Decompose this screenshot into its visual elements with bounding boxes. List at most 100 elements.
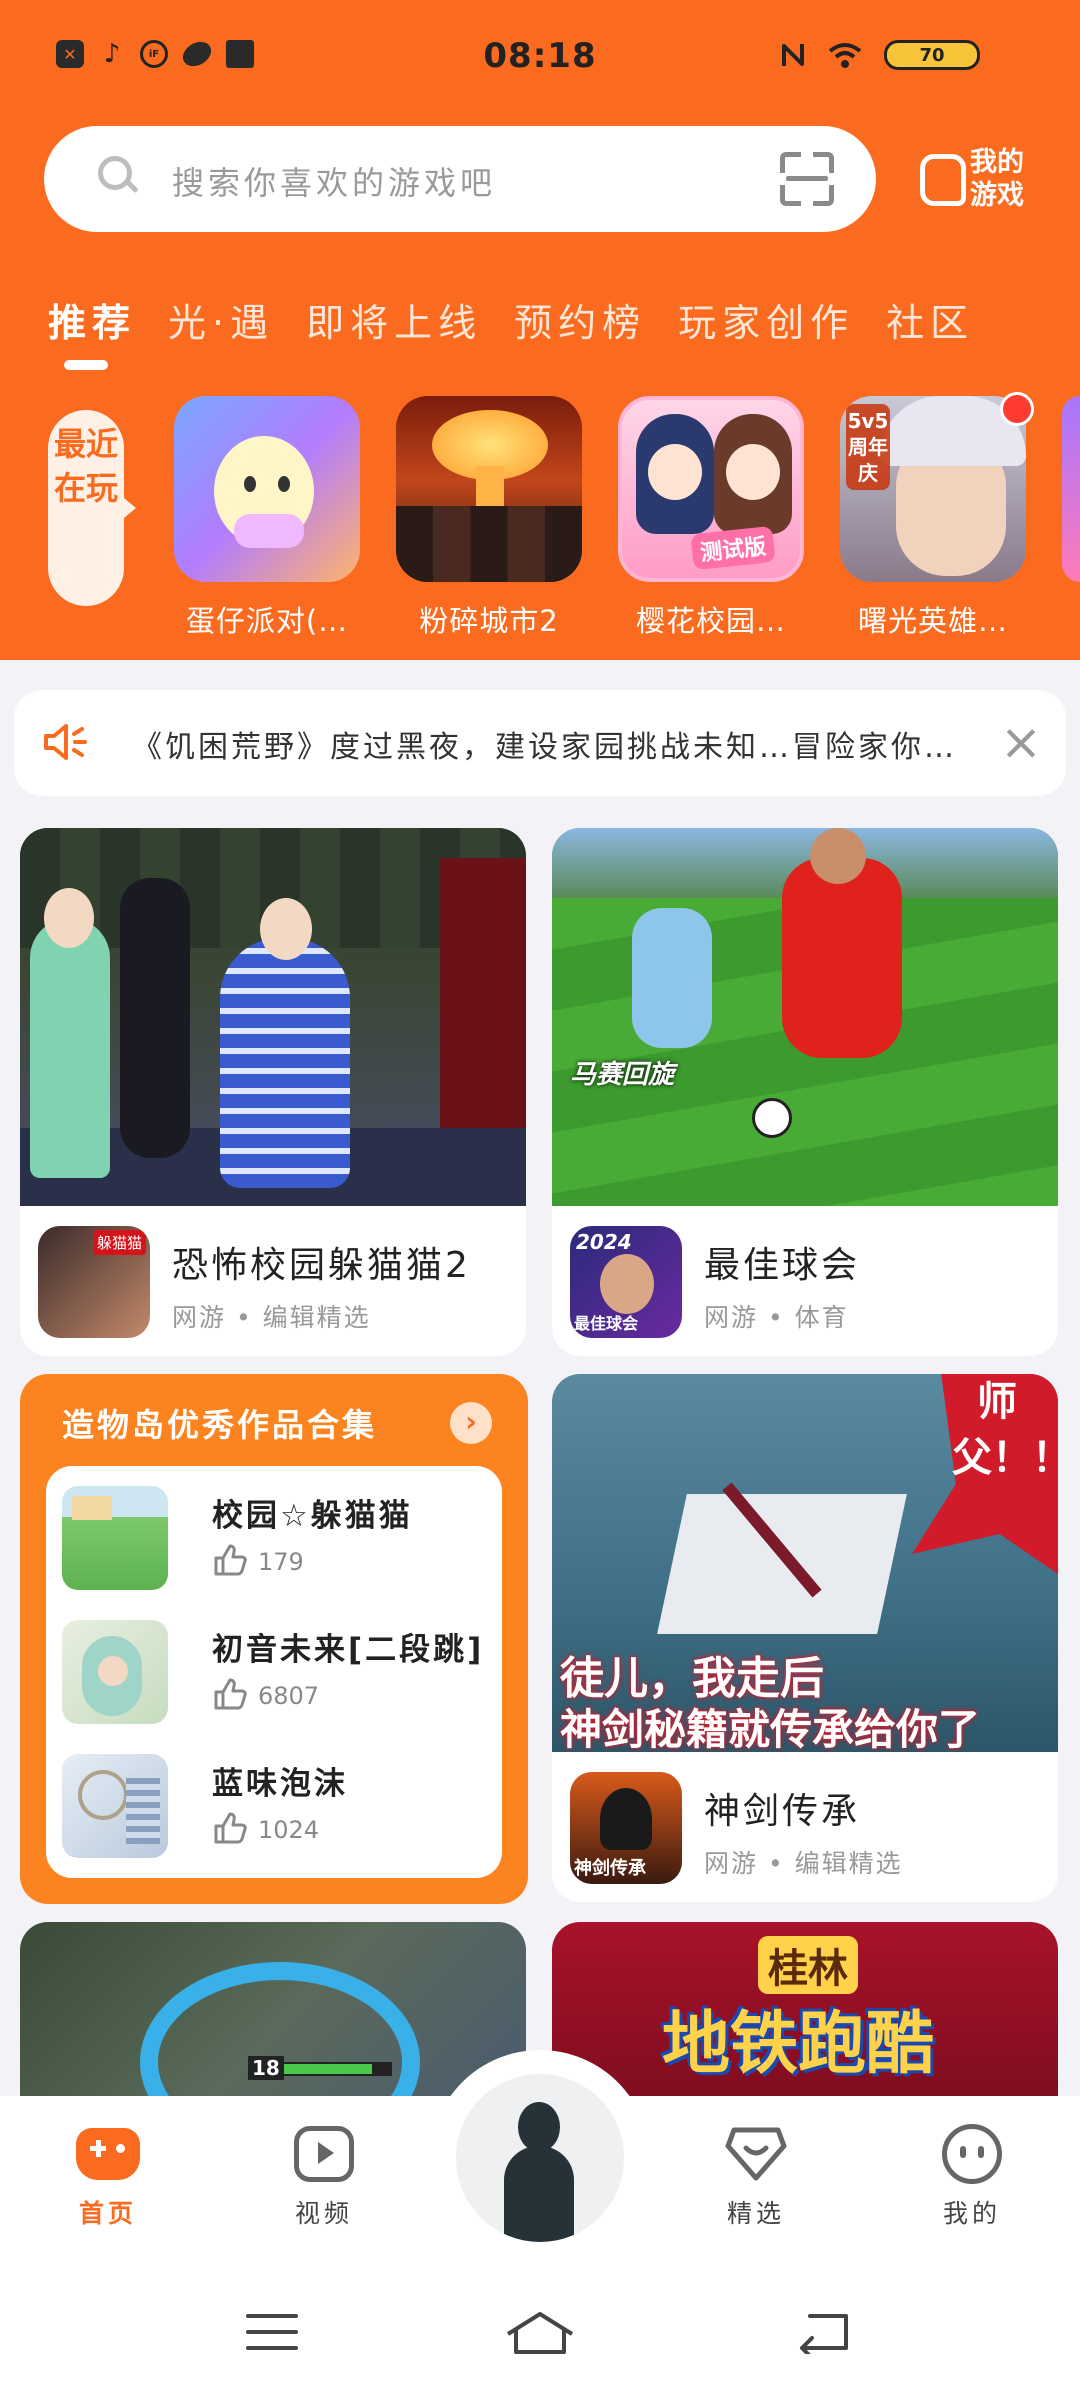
game-icon bbox=[396, 396, 582, 582]
game-card-horror-school[interactable]: 躲猫猫 恐怖校园躲猫猫2 网游 • 编辑精选 bbox=[20, 828, 526, 1356]
icon-label: 最佳球会 bbox=[574, 1314, 639, 1333]
scan-icon[interactable] bbox=[780, 152, 834, 206]
thumbs-up-icon[interactable] bbox=[212, 1810, 248, 1846]
like-count: 1024 bbox=[258, 1816, 320, 1844]
nav-home[interactable]: 首页 bbox=[48, 2124, 168, 2230]
status-bar: ✕ ♪ iF 08:18 70 bbox=[0, 0, 1080, 120]
banner-title-1: 桂林 bbox=[758, 1936, 858, 1994]
tab-community[interactable]: 社区 bbox=[886, 292, 974, 347]
game-subtitle: 网游 • 编辑精选 bbox=[704, 1849, 903, 1878]
recent-game-eggy-party[interactable]: 蛋仔派对(… bbox=[174, 396, 360, 640]
tab-indicator bbox=[64, 360, 108, 370]
recent-game-dawn-heroes[interactable]: 5v5 周年庆 曙光英雄… bbox=[840, 392, 1034, 640]
close-icon[interactable]: × bbox=[1000, 712, 1042, 772]
game-card-sword-legacy[interactable]: 师父！！ 徒儿，我走后 神剑秘籍就传承给你了 神剑传承 神剑传承 网游 • 编辑… bbox=[552, 1374, 1058, 1902]
game-banner-image: 桂林 地铁跑酷 bbox=[552, 1922, 1058, 2122]
tab-sky[interactable]: 光·遇 bbox=[168, 292, 274, 347]
test-version-badge: 测试版 bbox=[690, 525, 776, 571]
banner-caption-2: 神剑秘籍就传承给你了 bbox=[560, 1705, 981, 1754]
item-name: 初音未来[二段跳] bbox=[212, 1632, 485, 1668]
my-games-button[interactable]: 我的游戏 bbox=[920, 146, 1040, 216]
game-title: 恐怖校园躲猫猫2 bbox=[172, 1245, 471, 1286]
thumbs-up-icon[interactable] bbox=[212, 1542, 248, 1578]
game-subtitle: 网游 • 编辑精选 bbox=[172, 1303, 371, 1332]
announcement-text: 《饥困荒野》度过黑夜，建设家园挑战未知…冒险家你… bbox=[132, 730, 957, 765]
game-name: 樱花校园… bbox=[635, 604, 786, 638]
game-card-subway-surfers[interactable]: 桂林 地铁跑酷 bbox=[552, 1922, 1058, 2122]
nav-featured[interactable]: 精选 bbox=[696, 2124, 816, 2230]
game-icon: 躲猫猫 bbox=[38, 1226, 150, 1338]
recent-played-label: 最近在玩 bbox=[48, 410, 136, 606]
my-games-label: 我的游戏 bbox=[970, 147, 1024, 211]
game-name: 蛋仔派对(… bbox=[185, 604, 349, 638]
icon-label: 神剑传承 bbox=[574, 1858, 646, 1879]
game-card-best-club[interactable]: 马赛回旋 2024 最佳球会 最佳球会 网游 • 体育 bbox=[552, 828, 1058, 1356]
game-title: 最佳球会 bbox=[704, 1245, 861, 1286]
game-icon: 5v5 周年庆 bbox=[840, 396, 1026, 582]
banner-caption: 马赛回旋 bbox=[570, 1060, 675, 1090]
nav-video[interactable]: 视频 bbox=[264, 2124, 384, 2230]
banner-title-2: 地铁跑酷 bbox=[662, 2005, 935, 2084]
game-icon: 神剑传承 bbox=[570, 1772, 682, 1884]
like-count: 6807 bbox=[258, 1682, 320, 1710]
search-placeholder: 搜索你喜欢的游戏吧 bbox=[172, 164, 497, 202]
category-tabs: 推荐 光·遇 即将上线 预约榜 玩家创作 社区 bbox=[48, 292, 974, 347]
nav-profile[interactable]: 我的 bbox=[912, 2124, 1032, 2230]
speaker-icon bbox=[44, 724, 87, 760]
anniversary-badge: 5v5 周年庆 bbox=[846, 404, 890, 490]
game-name: 曙光英雄… bbox=[857, 604, 1008, 638]
game-name: 粉碎城市2 bbox=[419, 604, 559, 638]
item-thumbnail bbox=[62, 1486, 168, 1590]
tab-reservation-rank[interactable]: 预约榜 bbox=[514, 292, 646, 347]
face-icon bbox=[940, 2124, 1004, 2184]
game-banner-image: 马赛回旋 bbox=[552, 828, 1058, 1206]
gamepad-icon bbox=[920, 154, 966, 206]
icon-year: 2024 bbox=[576, 1230, 632, 1254]
icon-label: 躲猫猫 bbox=[92, 1230, 146, 1255]
collection-item[interactable]: 蓝味泡沫 1024 bbox=[62, 1754, 482, 1874]
nav-label: 首页 bbox=[78, 2199, 137, 2228]
collection-item[interactable]: 校园☆躲猫猫 179 bbox=[62, 1486, 482, 1606]
status-icons: 70 bbox=[780, 40, 980, 70]
nav-label: 精选 bbox=[726, 2199, 785, 2228]
recent-game-smash-city[interactable]: 粉碎城市2 bbox=[396, 396, 582, 640]
collection-list: 校园☆躲猫猫 179 初音未来[二段跳] 6807 蓝味泡沫 1024 bbox=[46, 1466, 502, 1878]
game-banner-image: 师父！！ 徒儿，我走后 神剑秘籍就传承给你了 bbox=[552, 1374, 1058, 1754]
tab-recommend[interactable]: 推荐 bbox=[48, 292, 136, 347]
game-card-moba[interactable]: 18 bbox=[20, 1922, 526, 2122]
update-dot bbox=[1000, 392, 1034, 426]
recent-game-partial[interactable] bbox=[1062, 396, 1080, 582]
back-icon[interactable] bbox=[796, 2310, 852, 2354]
search-input[interactable]: 搜索你喜欢的游戏吧 bbox=[44, 126, 876, 232]
item-name: 蓝味泡沫 bbox=[212, 1766, 348, 1802]
nfc-icon bbox=[782, 44, 804, 66]
game-banner-image bbox=[20, 828, 526, 1206]
recent-game-sakura-school[interactable]: 测试版 樱花校园… bbox=[618, 396, 804, 640]
heart-diamond-icon bbox=[724, 2124, 788, 2184]
nav-label: 视频 bbox=[294, 2199, 353, 2228]
tab-player-creations[interactable]: 玩家创作 bbox=[678, 292, 854, 347]
gamepad-icon bbox=[76, 2124, 140, 2184]
menu-icon[interactable] bbox=[246, 2310, 298, 2354]
chevron-right-icon[interactable]: › bbox=[450, 1402, 492, 1444]
nav-label: 我的 bbox=[942, 2199, 1001, 2228]
game-icon bbox=[174, 396, 360, 582]
game-icon: 2024 最佳球会 bbox=[570, 1226, 682, 1338]
creation-collection-card[interactable]: 造物岛优秀作品合集 › 校园☆躲猫猫 179 初音未来[二段跳] 6807 蓝味… bbox=[20, 1374, 528, 1904]
item-thumbnail bbox=[62, 1754, 168, 1858]
collection-title: 造物岛优秀作品合集 bbox=[62, 1406, 378, 1444]
like-count: 179 bbox=[258, 1548, 304, 1576]
play-icon bbox=[292, 2124, 356, 2184]
game-subtitle: 网游 • 体育 bbox=[704, 1303, 849, 1332]
thumbs-up-icon[interactable] bbox=[212, 1676, 248, 1712]
tab-upcoming[interactable]: 即将上线 bbox=[306, 292, 482, 347]
battery-icon: 70 bbox=[884, 40, 980, 70]
item-thumbnail bbox=[62, 1620, 168, 1724]
collection-item[interactable]: 初音未来[二段跳] 6807 bbox=[62, 1620, 482, 1740]
nav-center-avatar[interactable] bbox=[456, 2074, 624, 2242]
wifi-icon bbox=[828, 43, 862, 68]
game-icon: 测试版 bbox=[618, 396, 804, 582]
home-icon[interactable] bbox=[504, 2310, 576, 2354]
speech-bubble: 师父！！ bbox=[952, 1379, 1058, 1481]
announcement-bar[interactable]: 《饥困荒野》度过黑夜，建设家园挑战未知…冒险家你… × bbox=[14, 690, 1066, 796]
